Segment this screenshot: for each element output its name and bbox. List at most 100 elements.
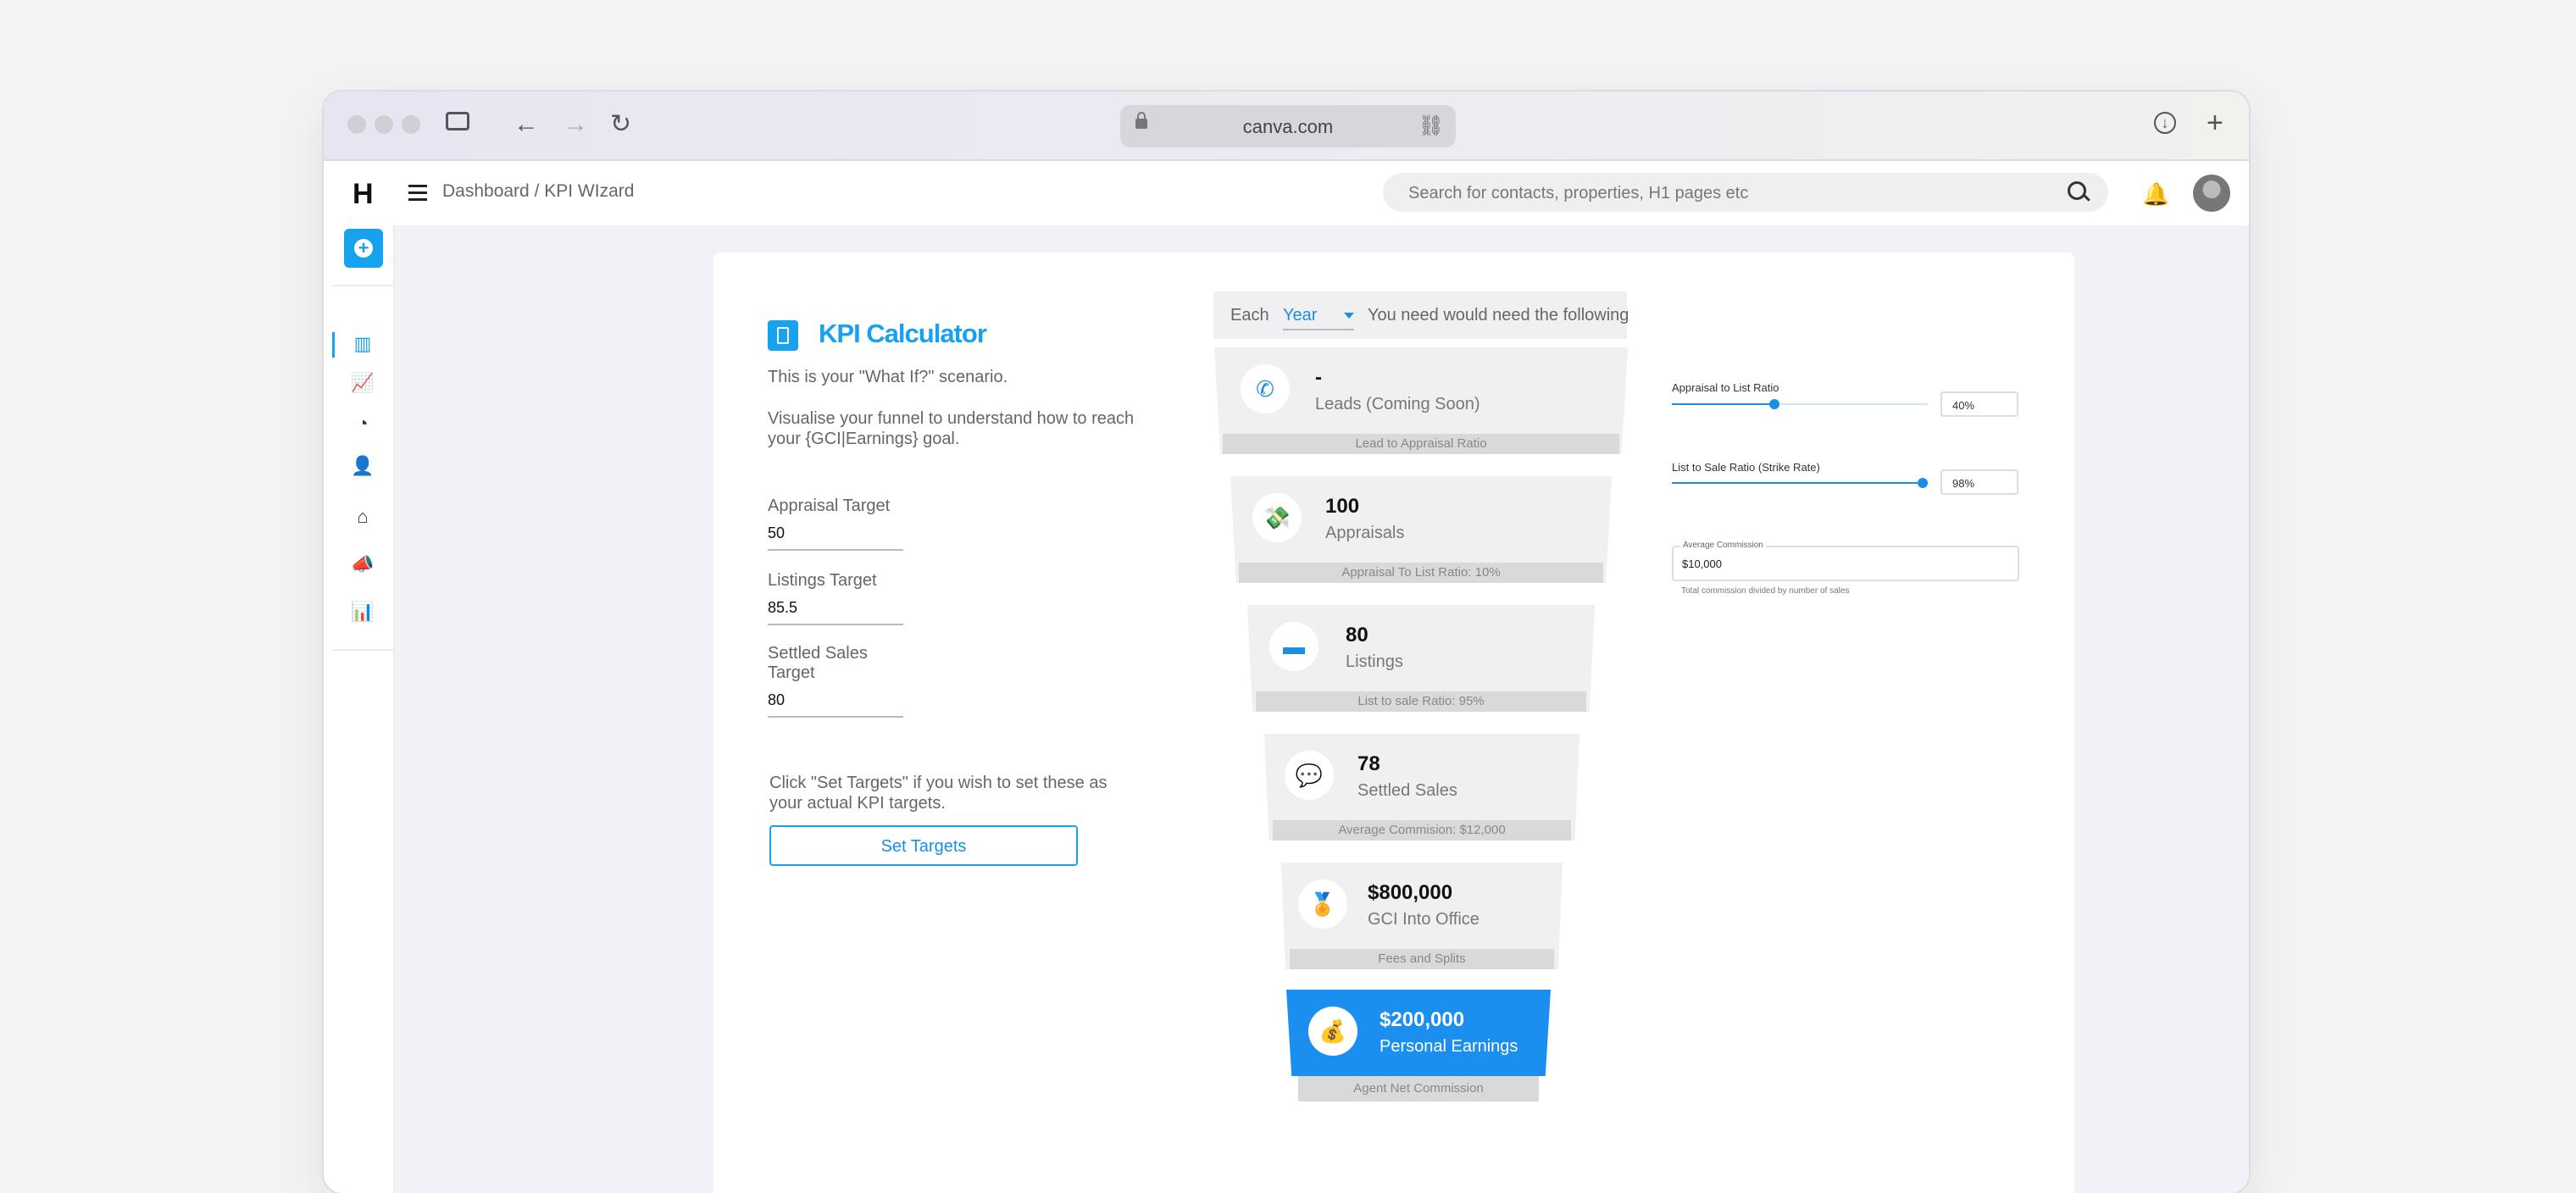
stage-name: Listings [1346, 652, 1403, 671]
forward-arrow-icon[interactable]: → [563, 112, 588, 137]
stage-footer: Appraisal To List Ratio: 10% [1239, 563, 1603, 583]
appraisal-ratio-input[interactable]: 40% [1940, 391, 2018, 417]
field-value[interactable]: 85.5 [768, 599, 903, 617]
strike-rate-slider[interactable] [1672, 478, 1928, 488]
slider-thumb[interactable] [1917, 478, 1928, 488]
sidebar-item-marketing-icon[interactable]: 📣 [351, 552, 375, 576]
stage-name: Personal Earnings [1380, 1037, 1518, 1056]
average-commission-value[interactable]: $10,000 [1682, 558, 1722, 570]
stage-value: $200,000 [1380, 1008, 1465, 1031]
strike-rate-label: List to Sale Ratio (Strike Rate) [1672, 461, 1820, 474]
slider-thumb[interactable] [1768, 399, 1779, 409]
strike-rate-input[interactable]: 98% [1940, 469, 2018, 495]
stage-value: 80 [1346, 624, 1368, 646]
search-input[interactable]: Search for contacts, properties, H1 page… [1383, 173, 2108, 212]
listing-card-icon: ▬ [1269, 622, 1319, 671]
plus-icon: + [354, 239, 373, 258]
sidebar-divider [332, 649, 393, 651]
settled-sales-target-field[interactable]: Settled Sales Target 80 [768, 644, 903, 718]
add-button[interactable]: + [344, 229, 383, 268]
stage-footer: List to sale Ratio: 95% [1256, 691, 1586, 712]
appraisal-ratio-slider[interactable] [1672, 399, 1928, 409]
reload-icon[interactable]: ↻ [610, 112, 631, 137]
field-underline [768, 624, 903, 625]
appraisal-ratio-label: Appraisal to List Ratio [1672, 381, 1779, 394]
stage-footer: Average Commision: $12,000 [1273, 820, 1571, 841]
kpi-card: KPI Calculator This is your "What If?" s… [713, 252, 2074, 1193]
download-icon[interactable]: ↓ [2154, 112, 2176, 134]
field-value[interactable]: 50 [768, 524, 903, 542]
zoom-window-dot[interactable] [402, 115, 420, 134]
stage-value: - [1315, 366, 1322, 389]
stage-name: Appraisals [1325, 524, 1405, 542]
field-label: Settled Sales Target [768, 644, 868, 682]
main-content: KPI Calculator This is your "What If?" s… [395, 225, 2249, 1193]
stage-footer: Lead to Appraisal Ratio [1223, 434, 1619, 454]
sidebar-item-chart-icon[interactable]: 📈 [351, 371, 375, 395]
stage-name: Leads (Coming Soon) [1315, 395, 1480, 413]
active-indicator [332, 332, 335, 358]
stage-footer: Fees and Splits [1290, 949, 1554, 969]
period-bar: Each Year You need would need the follow… [1213, 291, 1629, 339]
funnel-stage-gci[interactable]: Fees and Splits 🏅 $800,000 GCI Into Offi… [1281, 863, 1563, 969]
app-logo[interactable]: H [353, 178, 374, 211]
sidebar-toggle-icon[interactable] [446, 112, 469, 130]
need-text: You need would need the following [1368, 306, 1629, 325]
intro-text: This is your "What If?" scenario. [768, 368, 1008, 386]
browser-window: ← → ↻ canva.com ⛓ ↓ + H Dashboard / KPI … [324, 92, 2249, 1193]
minimize-window-dot[interactable] [375, 115, 393, 134]
bell-icon[interactable]: 🔔 [2142, 181, 2169, 208]
sidebar-divider [332, 285, 393, 286]
set-targets-note: Click "Set Targets" if you wish to set t… [769, 774, 1108, 813]
field-label: Appraisal Target [768, 497, 891, 515]
stage-value: $800,000 [1368, 881, 1453, 904]
page-title: KPI Calculator [819, 319, 987, 348]
field-underline [768, 549, 903, 551]
average-commission-field[interactable]: Average Commission $10,000 [1672, 541, 2019, 581]
avatar[interactable] [2193, 175, 2230, 212]
hand-coin-icon: 💸 [1252, 493, 1302, 542]
app-header: H Dashboard / KPI WIzard Search for cont… [332, 161, 2249, 227]
stage-name: GCI Into Office [1368, 910, 1480, 929]
stage-value: 100 [1325, 495, 1360, 518]
listings-target-field[interactable]: Listings Target 85.5 [768, 571, 903, 625]
browser-toolbar: ← → ↻ canva.com ⛓ ↓ + [324, 92, 2249, 161]
funnel-stage-listings[interactable]: List to sale Ratio: 95% ▬ 80 Listings [1247, 605, 1595, 712]
phone-icon: ✆ [1241, 364, 1290, 413]
new-tab-icon[interactable]: + [2207, 108, 2223, 137]
address-bar[interactable]: canva.com ⛓ [1120, 105, 1456, 147]
stage-name: Settled Sales [1357, 781, 1457, 800]
field-value[interactable]: 80 [768, 691, 903, 709]
link-icon[interactable]: ⛓ [1418, 114, 1444, 138]
set-targets-button[interactable]: Set Targets [769, 825, 1078, 866]
funnel-stage-leads[interactable]: Lead to Appraisal Ratio ✆ - Leads (Comin… [1214, 347, 1628, 454]
average-commission-hint: Total commission divided by number of sa… [1681, 586, 1850, 596]
period-select[interactable]: Year [1283, 306, 1354, 330]
appraisal-target-field[interactable]: Appraisal Target 50 [768, 497, 903, 551]
address-url: canva.com [1242, 116, 1334, 137]
stage-footer: Agent Net Commission [1298, 1076, 1539, 1101]
funnel-stage-personal-earnings[interactable]: Agent Net Commission 💰 $200,000 Personal… [1286, 990, 1551, 1101]
menu-icon[interactable] [408, 185, 427, 201]
sidebar-item-dashboard-icon[interactable]: ▥ [351, 332, 375, 356]
search-icon[interactable] [2068, 181, 2086, 200]
description-text: Visualise your funnel to understand how … [768, 409, 1135, 448]
money-bag-icon: 💰 [1308, 1007, 1357, 1056]
breadcrumb[interactable]: Dashboard / KPI WIzard [442, 181, 634, 202]
chat-dollar-icon: 💬 [1285, 751, 1334, 800]
field-label: Listings Target [768, 571, 877, 590]
medal-icon: 🏅 [1298, 879, 1347, 929]
sidebar-item-properties-icon[interactable]: ⌂ [351, 505, 375, 529]
average-commission-label: Average Commission [1680, 541, 1766, 550]
stage-value: 78 [1357, 752, 1380, 775]
funnel-stage-appraisals[interactable]: Appraisal To List Ratio: 10% 💸 100 Appra… [1230, 476, 1612, 583]
slider-fill [1672, 482, 1923, 484]
sidebar-item-reports-icon[interactable]: 📊 [351, 600, 375, 624]
slider-fill [1672, 403, 1774, 405]
sidebar-item-contacts-icon[interactable]: 👤 [351, 454, 375, 478]
back-arrow-icon[interactable]: ← [514, 112, 539, 137]
funnel-stage-settled-sales[interactable]: Average Commision: $12,000 💬 78 Settled … [1264, 734, 1579, 841]
close-window-dot[interactable] [347, 115, 366, 134]
sidebar-item-pie-icon[interactable]: ◔ [351, 412, 375, 436]
calculator-icon [768, 320, 798, 351]
